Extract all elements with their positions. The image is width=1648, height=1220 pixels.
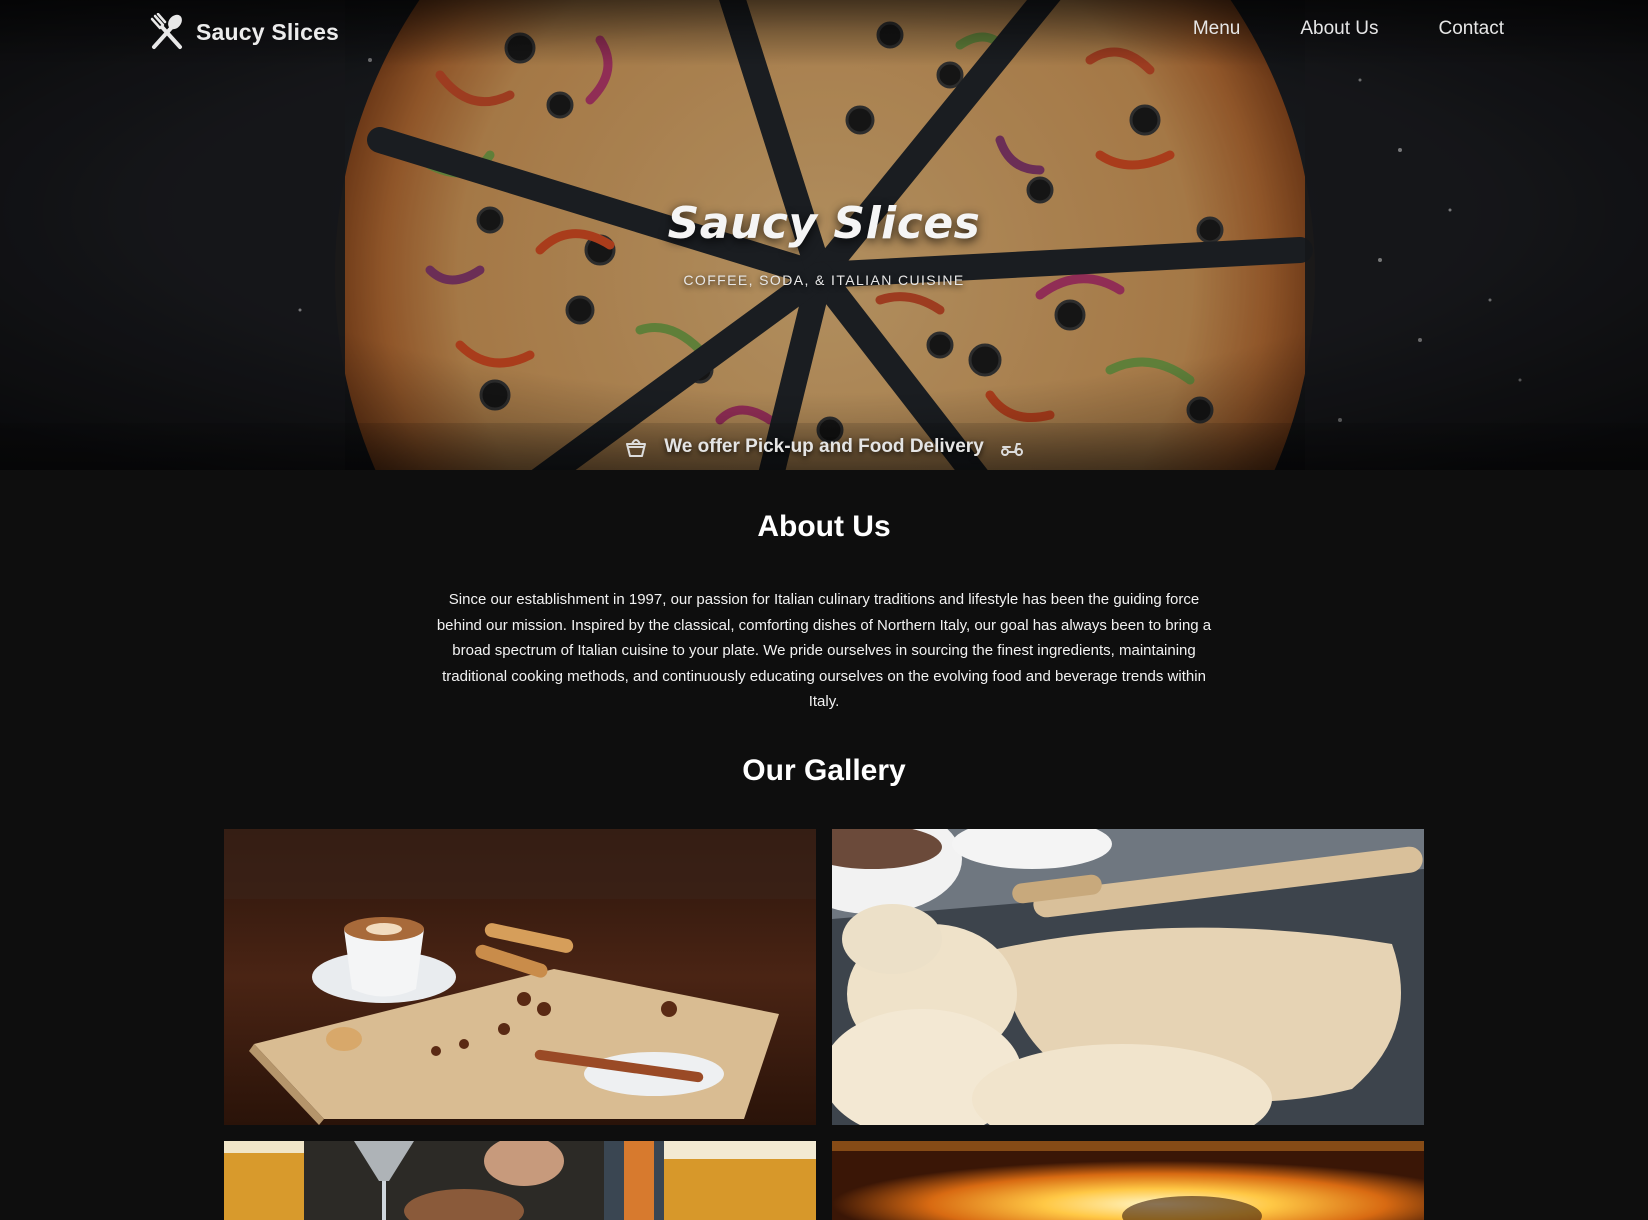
delivery-banner: We offer Pick-up and Food Delivery <box>0 423 1648 470</box>
about-description: Since our establishment in 1997, our pas… <box>436 591 1212 710</box>
wood-fired-oven-photo <box>832 1141 1424 1220</box>
gallery-image-dough[interactable] <box>832 829 1424 1125</box>
gallery-image-coffee[interactable] <box>224 829 816 1125</box>
gallery-image-oven[interactable] <box>832 1141 1424 1220</box>
delivery-text: We offer Pick-up and Food Delivery <box>664 435 984 457</box>
shopping-basket-icon <box>626 438 647 457</box>
nav-link-about-us[interactable]: About Us <box>1300 18 1378 40</box>
top-navigation: Saucy Slices Menu About Us Contact <box>0 0 1648 66</box>
scooter-icon <box>1000 442 1023 456</box>
pizza-dough-photo <box>832 829 1424 1125</box>
nav-link-menu[interactable]: Menu <box>1193 18 1241 40</box>
brand-name: Saucy Slices <box>196 18 340 45</box>
nav-links: Menu About Us Contact <box>1193 18 1504 40</box>
nav-link-contact[interactable]: Contact <box>1439 18 1504 40</box>
brand-logo[interactable]: Saucy Slices <box>148 13 340 50</box>
hero-subtitle: COFFEE, SODA, & ITALIAN CUISINE <box>683 272 965 288</box>
fork-spoon-icon <box>150 13 182 49</box>
drinks-photo <box>224 1141 816 1220</box>
coffee-and-spices-photo <box>224 829 816 1125</box>
gallery-title: Our Gallery <box>742 754 906 787</box>
hero-banner: Saucy Slices Menu About Us Contact Saucy… <box>0 0 1648 470</box>
about-title: About Us <box>757 510 891 543</box>
hero-title: Saucy Slices <box>667 198 981 249</box>
gallery-image-drinks[interactable] <box>224 1141 816 1220</box>
